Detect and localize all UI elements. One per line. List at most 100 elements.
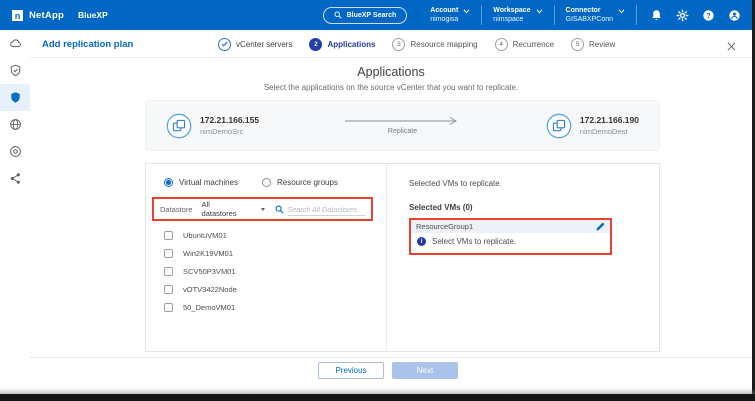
gear-icon [676,9,689,22]
arrow-label: Replicate [388,128,417,135]
help-icon: ? [702,9,715,22]
sidebar-item-canvas[interactable] [0,30,30,57]
user-icon [728,9,741,22]
target-ip: 172.21.166.190 [580,115,639,125]
radio-resource-groups[interactable]: Resource groups [262,178,338,187]
info-icon: i [417,237,426,246]
chevron-down-icon [618,9,625,14]
topbar-icons: ? [650,9,741,22]
chevron-down-icon [463,9,470,14]
step-label: vCenter servers [236,40,292,49]
check-icon [221,41,228,47]
vm-row-votv3422node[interactable]: vOTV3422Node [164,280,237,298]
wizard-header: Add replication plan vCenter servers 2 A… [30,30,752,58]
global-search-button[interactable]: BlueXP Search [323,7,408,24]
connector-menu[interactable]: Connector GISABXPConn [555,6,636,25]
vm-selection-panel: Virtual machines Resource groups Datasto… [145,163,660,352]
step-resource-mapping[interactable]: 3 Resource mapping [392,38,477,51]
source-ip: 172.21.166.155 [200,115,259,125]
source-endpoint: 172.21.166.155 nimDemoSrc [166,113,259,139]
step-number: 3 [392,38,405,51]
radio-virtual-machines[interactable]: Virtual machines [164,178,238,187]
resource-group-header: ResourceGroup1 [411,220,610,233]
user-button[interactable] [728,9,741,22]
radio-selected-icon [164,178,173,187]
checkbox-icon[interactable] [164,231,173,240]
account-menu[interactable]: Account nimogisa [419,6,481,25]
sidebar-item-protection[interactable] [0,84,30,111]
checkbox-icon[interactable] [164,285,173,294]
brand: n NetApp BlueXP [12,10,108,21]
vm-list: UbuntuVM01 Win2K19VM01 SCV50P3VM01 vOTV3… [164,226,237,316]
workspace-label: Workspace [493,6,530,15]
shield-check-icon [9,64,22,77]
checkbox-icon[interactable] [164,267,173,276]
vm-name: SCV50P3VM01 [183,267,236,276]
vm-name: vOTV3422Node [183,285,237,294]
datastore-search [275,203,366,216]
checkbox-icon[interactable] [164,303,173,312]
step-applications[interactable]: 2 Applications [309,38,375,51]
sidebar [0,30,30,388]
previous-button[interactable]: Previous [318,362,384,379]
vm-source-column: Virtual machines Resource groups Datasto… [146,164,386,351]
search-icon [275,205,284,214]
next-button[interactable]: Next [392,362,458,379]
resource-group-box-annotated: ResourceGroup1 i Select VMs to replicate… [409,218,612,255]
topbar: n NetApp BlueXP BlueXP Search Account ni… [0,0,755,30]
source-endpoint-text: 172.21.166.155 nimDemoSrc [200,115,259,136]
selected-vms-column: Selected VMs to replicate. Selected VMs … [387,164,659,351]
help-button[interactable]: ? [702,9,715,22]
chevron-down-icon[interactable] [261,208,265,211]
checkbox-icon[interactable] [164,249,173,258]
topbar-menus: Account nimogisa Workspace nimspace [419,5,637,25]
vcenter-icon [546,113,572,139]
globe-icon [9,118,22,131]
step-review[interactable]: 5 Review [571,38,615,51]
brand-name: NetApp [29,10,64,21]
step-label: Review [589,40,615,49]
sidebar-item-extensions[interactable] [0,138,30,165]
workspace-value: nimspace [493,15,530,24]
chevron-down-icon [536,9,543,14]
target-endpoint: 172.21.166.190 nimDemoDest [546,113,639,139]
datastore-search-input[interactable] [288,203,366,216]
netapp-logo-icon: n [12,10,23,21]
notifications-button[interactable] [650,9,663,22]
radio-unselected-icon [262,178,271,187]
radio-label: Virtual machines [179,178,238,187]
workspace-menu[interactable]: Workspace nimspace [482,6,553,25]
sidebar-item-governance[interactable] [0,165,30,192]
connector-label: Connector [566,6,613,15]
datastore-label: Datastore [160,205,193,214]
step-vcenter-servers[interactable]: vCenter servers [218,38,292,51]
sidebar-item-mobility[interactable] [0,111,30,138]
vm-name: 50_DemoVM01 [183,303,235,312]
vcenter-icon [166,113,192,139]
step-label: Applications [327,40,375,49]
vm-row-win2k19vm01[interactable]: Win2K19VM01 [164,244,237,262]
step-recurrence[interactable]: 4 Recurrence [495,38,554,51]
vm-row-50demovm01[interactable]: 50_DemoVM01 [164,298,237,316]
step-label: Resource mapping [410,40,477,49]
sidebar-item-health[interactable] [0,57,30,84]
selection-mode-radios: Virtual machines Resource groups [164,178,338,187]
edit-pencil-icon[interactable] [595,222,605,232]
vm-row-ubuntuvm01[interactable]: UbuntuVM01 [164,226,237,244]
source-name: nimDemoSrc [200,127,259,136]
page-title: Applications [30,65,752,79]
svg-text:n: n [15,10,21,20]
target-endpoint-text: 172.21.166.190 nimDemoDest [580,115,639,136]
vm-name: Win2K19VM01 [183,249,233,258]
divider [636,5,637,25]
selected-count: Selected VMs (0) [409,203,659,212]
target-name: nimDemoDest [580,127,639,136]
empty-message: Select VMs to replicate. [432,237,516,246]
vm-row-scv50p3vm01[interactable]: SCV50P3VM01 [164,262,237,280]
datastore-select[interactable]: All datastores [202,200,237,218]
global-search-label: BlueXP Search [347,12,397,19]
selected-heading: Selected VMs to replicate. [409,179,659,188]
connector-value: GISABXPConn [566,15,613,24]
close-wizard-button[interactable] [726,39,736,49]
settings-button[interactable] [676,9,689,22]
